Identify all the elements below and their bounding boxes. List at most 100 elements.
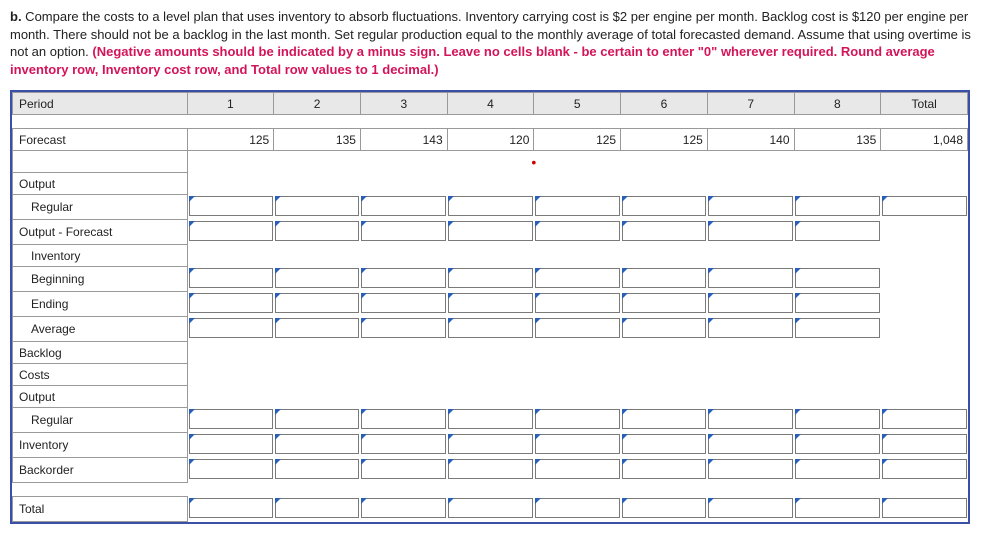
ending-input-2[interactable] (275, 293, 360, 313)
beginning-input-3[interactable] (361, 268, 446, 288)
costs-regular-input-3[interactable] (361, 409, 446, 429)
output-regular-input-5[interactable] (535, 196, 620, 216)
costs-regular-input-total[interactable] (882, 409, 967, 429)
backorder-input-1[interactable] (189, 459, 273, 479)
omf-input-6[interactable] (622, 221, 707, 241)
total-input-1[interactable] (189, 498, 273, 518)
total-input-6[interactable] (622, 498, 707, 518)
average-input-7[interactable] (708, 318, 793, 338)
row-output: Output (13, 173, 188, 195)
total-input-3[interactable] (361, 498, 446, 518)
output-regular-input-3[interactable] (361, 196, 446, 216)
costs-regular-input-2[interactable] (275, 409, 360, 429)
total-input-8[interactable] (795, 498, 880, 518)
costs-inventory-input-8[interactable] (795, 434, 880, 454)
backorder-input-3[interactable] (361, 459, 446, 479)
beginning-input-7[interactable] (708, 268, 793, 288)
omf-input-7[interactable] (708, 221, 793, 241)
costs-inventory-input-7[interactable] (708, 434, 793, 454)
row-output-minus-forecast: Output - Forecast (13, 220, 188, 245)
omf-input-1[interactable] (189, 221, 273, 241)
average-input-3[interactable] (361, 318, 446, 338)
backorder-input-7[interactable] (708, 459, 793, 479)
question-prefix: b. (10, 9, 22, 24)
ending-input-6[interactable] (622, 293, 707, 313)
costs-regular-input-8[interactable] (795, 409, 880, 429)
ending-input-5[interactable] (535, 293, 620, 313)
backorder-input-total[interactable] (882, 459, 967, 479)
question-text: b. Compare the costs to a level plan tha… (10, 8, 973, 78)
costs-regular-input-5[interactable] (535, 409, 620, 429)
costs-inventory-input-total[interactable] (882, 434, 967, 454)
costs-inventory-input-6[interactable] (622, 434, 707, 454)
backorder-input-2[interactable] (275, 459, 360, 479)
ending-input-1[interactable] (189, 293, 273, 313)
costs-inventory-input-2[interactable] (275, 434, 360, 454)
omf-input-2[interactable] (275, 221, 360, 241)
forecast-7: 140 (707, 129, 794, 151)
costs-inventory-input-4[interactable] (448, 434, 533, 454)
beginning-input-2[interactable] (275, 268, 360, 288)
output-regular-input-4[interactable] (448, 196, 533, 216)
beginning-input-4[interactable] (448, 268, 533, 288)
beginning-input-8[interactable] (795, 268, 880, 288)
total-input-5[interactable] (535, 498, 620, 518)
average-input-2[interactable] (275, 318, 360, 338)
total-input-2[interactable] (275, 498, 360, 518)
backorder-input-4[interactable] (448, 459, 533, 479)
average-input-6[interactable] (622, 318, 707, 338)
average-input-5[interactable] (535, 318, 620, 338)
beginning-input-6[interactable] (622, 268, 707, 288)
forecast-6: 125 (621, 129, 708, 151)
omf-input-4[interactable] (448, 221, 533, 241)
backorder-input-8[interactable] (795, 459, 880, 479)
row-beginning: Beginning (13, 267, 188, 292)
total-input-7[interactable] (708, 498, 793, 518)
costs-regular-input-1[interactable] (189, 409, 273, 429)
ending-input-7[interactable] (708, 293, 793, 313)
output-regular-input-8[interactable] (795, 196, 880, 216)
beginning-input-1[interactable] (189, 268, 273, 288)
output-regular-input-1[interactable] (189, 196, 273, 216)
output-regular-input-6[interactable] (622, 196, 707, 216)
total-input-4[interactable] (448, 498, 533, 518)
row-output-regular: Regular (13, 195, 188, 220)
costs-regular-input-6[interactable] (622, 409, 707, 429)
row-costs-regular: Regular (13, 408, 188, 433)
backorder-input-5[interactable] (535, 459, 620, 479)
question-red-instruction: (Negative amounts should be indicated by… (10, 44, 935, 77)
ending-input-4[interactable] (448, 293, 533, 313)
ending-input-8[interactable] (795, 293, 880, 313)
costs-inventory-input-5[interactable] (535, 434, 620, 454)
average-input-1[interactable] (189, 318, 273, 338)
header-col-1: 1 (187, 93, 274, 115)
beginning-input-5[interactable] (535, 268, 620, 288)
omf-input-8[interactable] (795, 221, 880, 241)
header-col-3: 3 (360, 93, 447, 115)
total-input-total[interactable] (882, 498, 967, 518)
omf-input-3[interactable] (361, 221, 446, 241)
header-col-4: 4 (447, 93, 534, 115)
forecast-2: 135 (274, 129, 361, 151)
header-total: Total (881, 93, 968, 115)
backorder-input-6[interactable] (622, 459, 707, 479)
average-input-4[interactable] (448, 318, 533, 338)
forecast-3: 143 (360, 129, 447, 151)
output-regular-input-2[interactable] (275, 196, 360, 216)
costs-inventory-input-1[interactable] (189, 434, 273, 454)
costs-regular-input-7[interactable] (708, 409, 793, 429)
output-regular-input-7[interactable] (708, 196, 793, 216)
omf-input-5[interactable] (535, 221, 620, 241)
header-col-7: 7 (707, 93, 794, 115)
header-period: Period (13, 93, 188, 115)
row-forecast: Forecast (13, 129, 188, 151)
forecast-8: 135 (794, 129, 881, 151)
average-input-8[interactable] (795, 318, 880, 338)
ending-input-3[interactable] (361, 293, 446, 313)
costs-regular-input-4[interactable] (448, 409, 533, 429)
output-regular-input-total[interactable] (882, 196, 967, 216)
costs-inventory-input-3[interactable] (361, 434, 446, 454)
row-total: Total (13, 497, 188, 522)
row-costs: Costs (13, 364, 188, 386)
row-inventory: Inventory (13, 245, 188, 267)
